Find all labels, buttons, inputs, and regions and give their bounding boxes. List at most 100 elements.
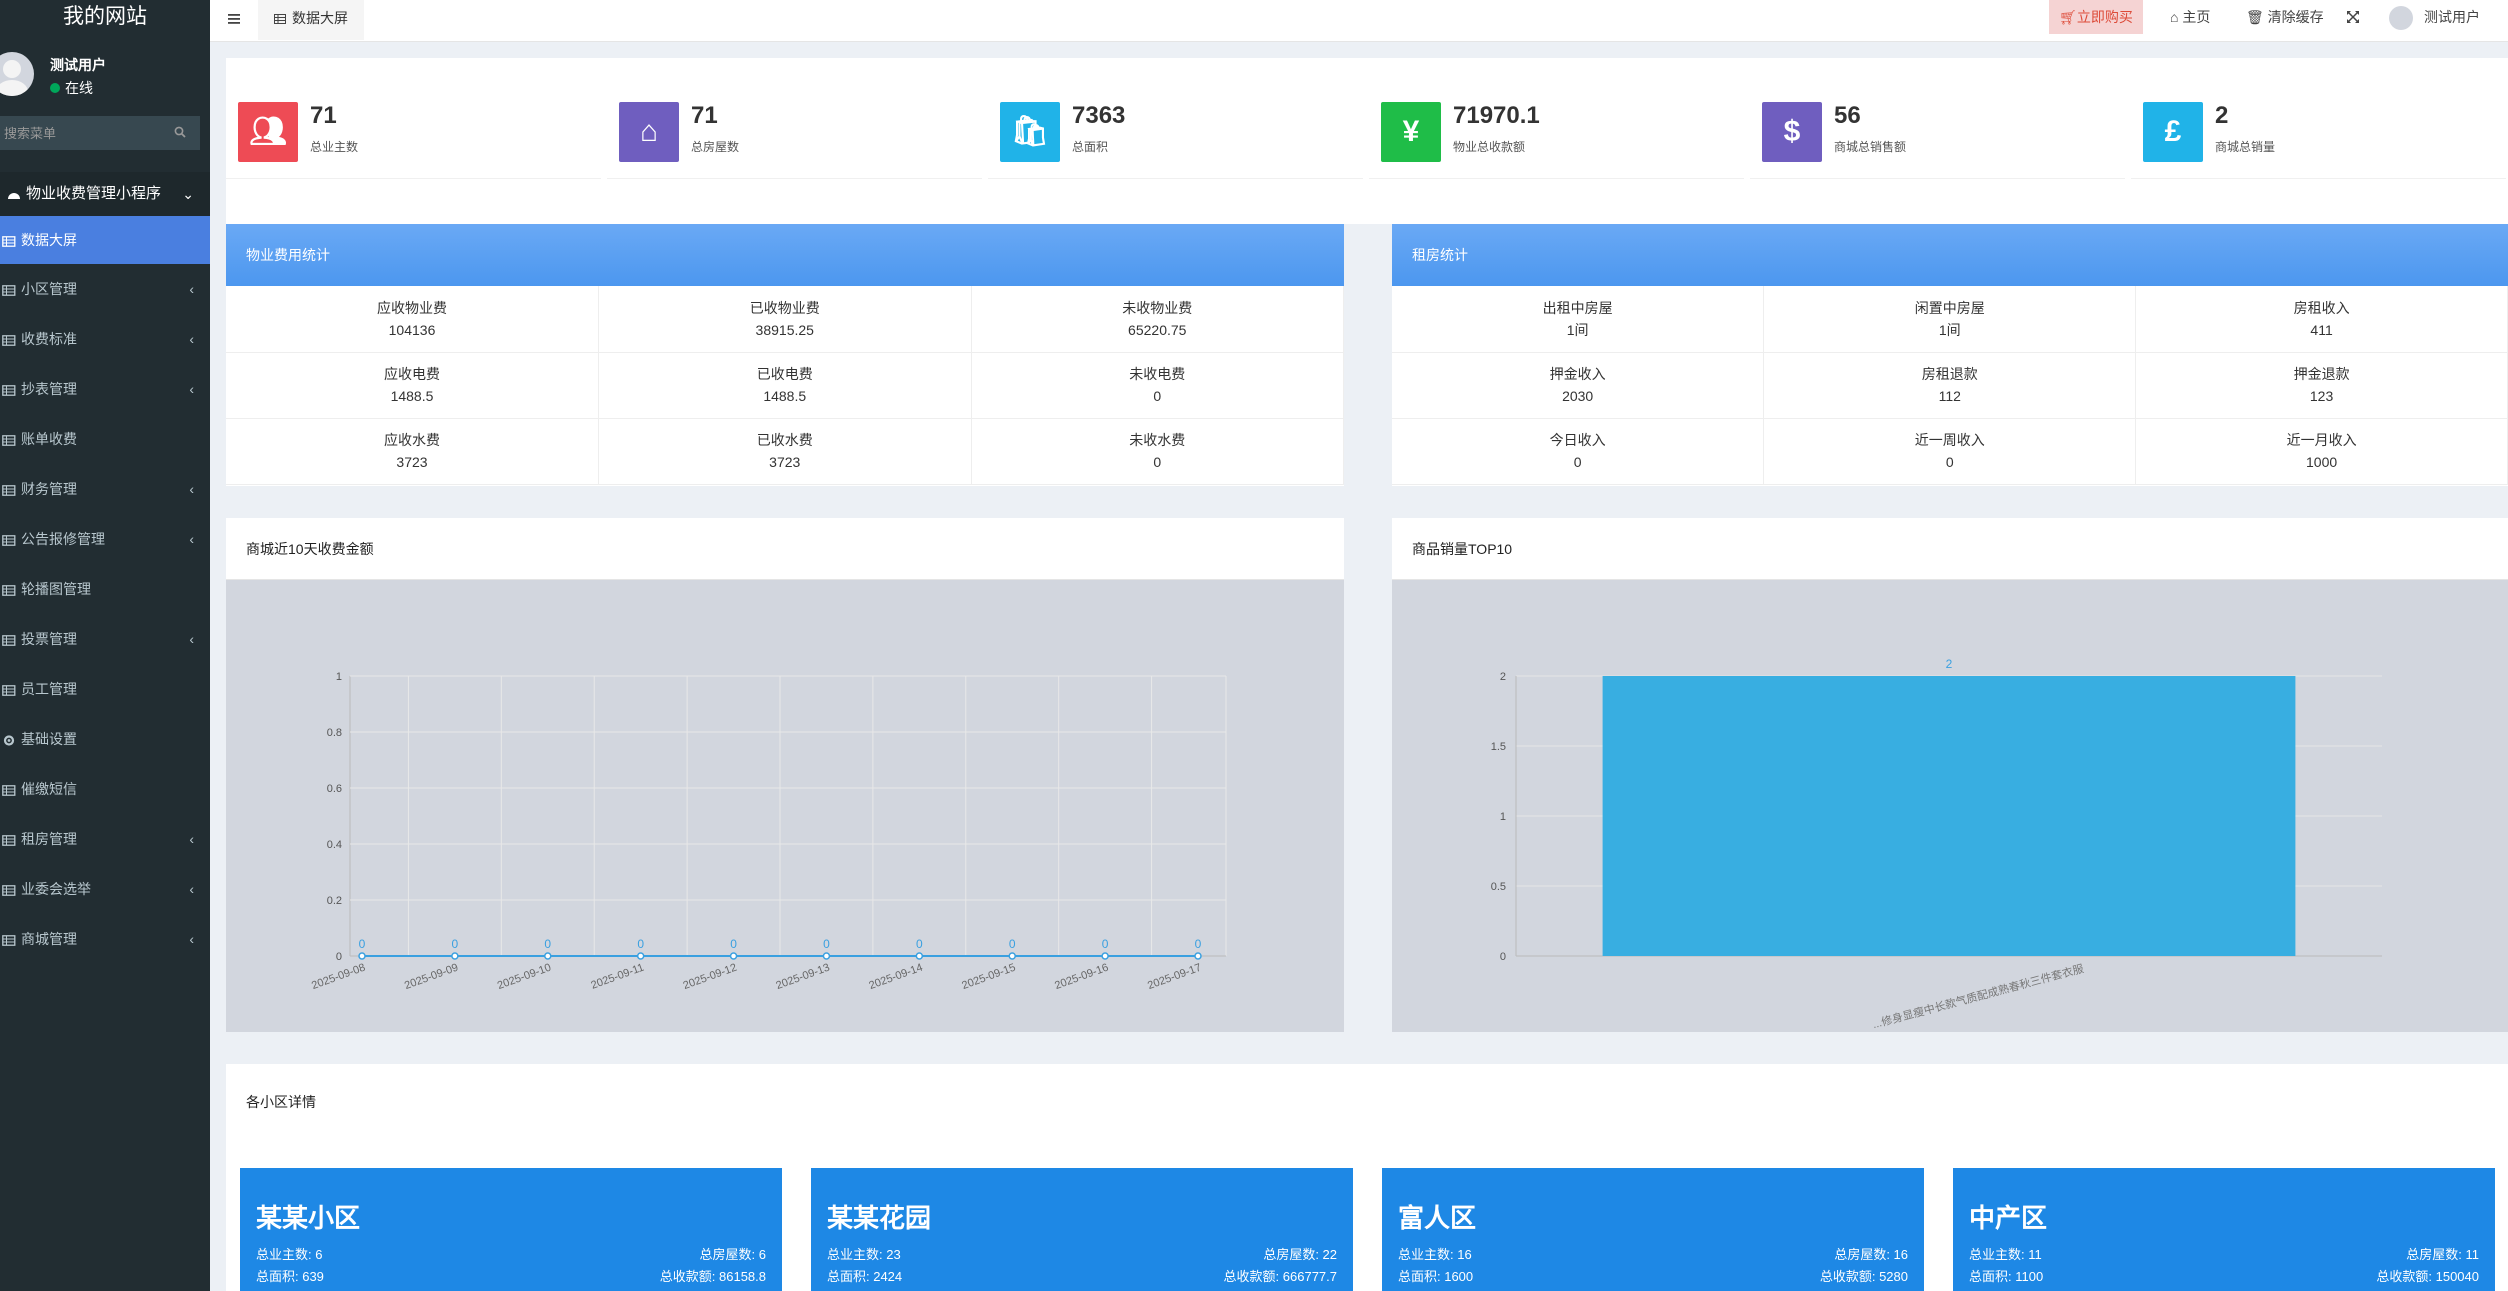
area-income: 总收款额: 5280 (1819, 1269, 1908, 1284)
table-cell: 未收物业费 65220.75 (971, 286, 1344, 353)
bar[interactable] (1602, 676, 2296, 956)
stats-row: 👥︎ 71 总业主数 ⌂ 71 总房屋数 🛍︎ 7363 总面积 ¥71970.1 物业总收款额 $5… (226, 58, 2508, 224)
area-name: 中产区 (1969, 1203, 2048, 1233)
table-cell: 近一周收入 0 (1763, 418, 2137, 485)
sidebar-item[interactable]: 抄表管理 ‹ (0, 364, 210, 414)
fullscreen-button[interactable] (2346, 0, 2360, 34)
line-chart-title: 商城近10天收费金额 (226, 518, 1344, 580)
tab-label: 数据大屏 (292, 10, 348, 26)
data-point[interactable] (822, 952, 831, 960)
stat-value: 7363 (1072, 102, 1126, 129)
tab-dashboard[interactable]: 数据大屏 (258, 0, 364, 40)
main-content: 👥︎ 71 总业主数 ⌂ 71 总房屋数 🛍︎ 7363 总面积 ¥71970.1 物业总收款额 $5… (210, 42, 2508, 1291)
table-cell: 房租退款 112 (1763, 352, 2137, 419)
sidebar-item[interactable]: 催缴短信 (0, 764, 210, 814)
buy-now-button[interactable]: 🛒︎立即购买 (2049, 0, 2143, 34)
x-tick-label: 2025-09-09 (403, 962, 460, 993)
sidebar-item-label: 数据大屏 (21, 232, 77, 248)
cell-label: 未收水费 (1129, 432, 1186, 448)
rental-title: 租房统计 (1392, 224, 2508, 286)
data-point[interactable] (636, 952, 645, 960)
y-tick-label: 0.6 (327, 783, 342, 795)
shopping-bag-icon: 🛍︎ (1000, 102, 1060, 162)
data-point[interactable] (451, 952, 459, 960)
clear-cache-button[interactable]: 🗑︎ 清除缓存 (2246, 0, 2324, 34)
home-link[interactable]: ⌂ 主页 (2170, 0, 2210, 34)
cell-value: 0 (1153, 454, 1162, 470)
users-icon: 👥︎ (238, 102, 298, 162)
bar-chart: 0 0.5 1 1.5 2 2 ...修身显瘦中长款气质配成熟春秋三件套衣服 (1491, 657, 2382, 1031)
home-icon: ⌂ (619, 102, 679, 162)
sidebar-item[interactable]: 业委会选举 ‹ (0, 864, 210, 914)
sidebar-item[interactable]: 轮播图管理 (0, 564, 210, 614)
menu-search (0, 116, 200, 150)
menu-toggle-icon[interactable] (228, 12, 242, 26)
area-name: 某某花园 (827, 1203, 932, 1233)
sidebar-item[interactable]: 基础设置 (0, 714, 210, 764)
stat-card: ¥71970.1 物业总收款额 (1369, 88, 1744, 179)
table-cell: 已收水费 3723 (598, 418, 972, 485)
user-status-label: 在线 (65, 80, 93, 96)
sidebar-item[interactable]: 收费标准 ‹ (0, 314, 210, 364)
area-card[interactable]: 某某花园 总业主数: 23 总面积: 2424 总房屋数: 22 总收款额: 66677… (811, 1168, 1353, 1291)
sidebar-item[interactable]: 账单收费 (0, 414, 210, 464)
list-icon (2, 884, 16, 896)
data-point[interactable] (1008, 952, 1016, 960)
dashboard-icon (8, 192, 20, 199)
data-point[interactable] (1194, 952, 1202, 960)
sidebar-item[interactable]: 员工管理 (0, 664, 210, 714)
data-point[interactable] (915, 952, 924, 960)
area-owners: 总业主数: 16 (1398, 1247, 1472, 1262)
sidebar-item[interactable]: 公告报修管理 ‹ (0, 514, 210, 564)
sidebar-item[interactable]: 投票管理 ‹ (0, 614, 210, 664)
y-tick-label: 1 (1500, 811, 1506, 823)
user-avatar[interactable] (2389, 6, 2413, 30)
cart-icon: 🛒︎ (2059, 9, 2077, 25)
sidebar-item[interactable]: 数据大屏 (0, 216, 210, 264)
table-row: 今日收入 0 近一周收入 0 近一月收入 1000 (1392, 418, 2508, 485)
data-point[interactable] (544, 952, 552, 960)
search-icon[interactable] (174, 126, 186, 138)
sidebar-item[interactable]: 财务管理 ‹ (0, 464, 210, 514)
data-point[interactable] (1101, 952, 1109, 960)
x-tick-label: 2025-09-08 (310, 962, 367, 993)
area-houses: 总房屋数: 22 (1263, 1247, 1337, 1262)
sidebar-menu: 物业收费管理小程序 ⌄ 数据大屏小区管理 ‹ 收费标准 ‹ 抄表管理 ‹ 账单收费 财务管理 ‹… (0, 172, 210, 964)
top-navbar: 数据大屏 🛒︎立即购买 ⌂ 主页 🗑︎ 清除缓存 测试用户 (210, 0, 2508, 42)
area-card[interactable]: 富人区 总业主数: 16 总面积: 1600 总房屋数: 16 总收款额: 5280 (1382, 1168, 1924, 1291)
stat-label: 商城总销量 (2215, 140, 2276, 154)
data-label: 0 (1102, 937, 1109, 951)
stat-value: 71 (691, 102, 718, 129)
list-icon (2, 634, 16, 646)
rental-panel: 租房统计 出租中房屋 1间 闲置中房屋 1间 房租收入 411 押金收入 2030 房租退款 11… (1392, 224, 2508, 486)
stat-value: 2 (2215, 102, 2229, 129)
area-card[interactable]: 中产区 总业主数: 11 总面积: 1100 总房屋数: 11 总收款额: 150040 (1953, 1168, 2495, 1291)
chevron-left-icon: ‹ (189, 881, 194, 897)
data-label: 0 (1195, 937, 1202, 951)
stat-label: 总面积 (1072, 140, 1109, 154)
stat-card: 🛍︎ 7363 总面积 (988, 88, 1363, 179)
site-title[interactable]: 我的网站 (0, 0, 210, 36)
sidebar-item[interactable]: 租房管理 ‹ (0, 814, 210, 864)
list-icon (2, 384, 16, 396)
table-row: 应收物业费 104136 已收物业费 38915.25 未收物业费 65220.75 (226, 286, 1344, 353)
user-menu[interactable]: 测试用户 (2424, 0, 2480, 34)
table-cell: 应收水费 3723 (226, 418, 599, 485)
stat-value: 71970.1 (1453, 102, 1540, 129)
sidebar-section-header[interactable]: 物业收费管理小程序 ⌄ (0, 172, 210, 216)
data-point[interactable] (358, 952, 366, 960)
table-row: 出租中房屋 1间 闲置中房屋 1间 房租收入 411 (1392, 286, 2508, 353)
sidebar-item[interactable]: 小区管理 ‹ (0, 264, 210, 314)
search-input[interactable] (0, 116, 170, 150)
list-icon (2, 834, 16, 846)
cell-label: 出租中房屋 (1542, 299, 1613, 316)
pound-icon: £ (2143, 102, 2203, 162)
area-card[interactable]: 某某小区 总业主数: 6 总面积: 639 总房屋数: 6 总收款额: 86158.8 (240, 1168, 782, 1291)
table-cell: 出租中房屋 1间 (1392, 286, 1765, 353)
sidebar-item[interactable]: 商城管理 ‹ (0, 914, 210, 964)
x-tick-label: 2025-09-16 (1053, 962, 1110, 993)
cell-value: 1间 (1566, 321, 1589, 338)
data-label: 0 (359, 937, 366, 951)
cell-value: 123 (2309, 388, 2334, 404)
data-point[interactable] (729, 952, 738, 960)
